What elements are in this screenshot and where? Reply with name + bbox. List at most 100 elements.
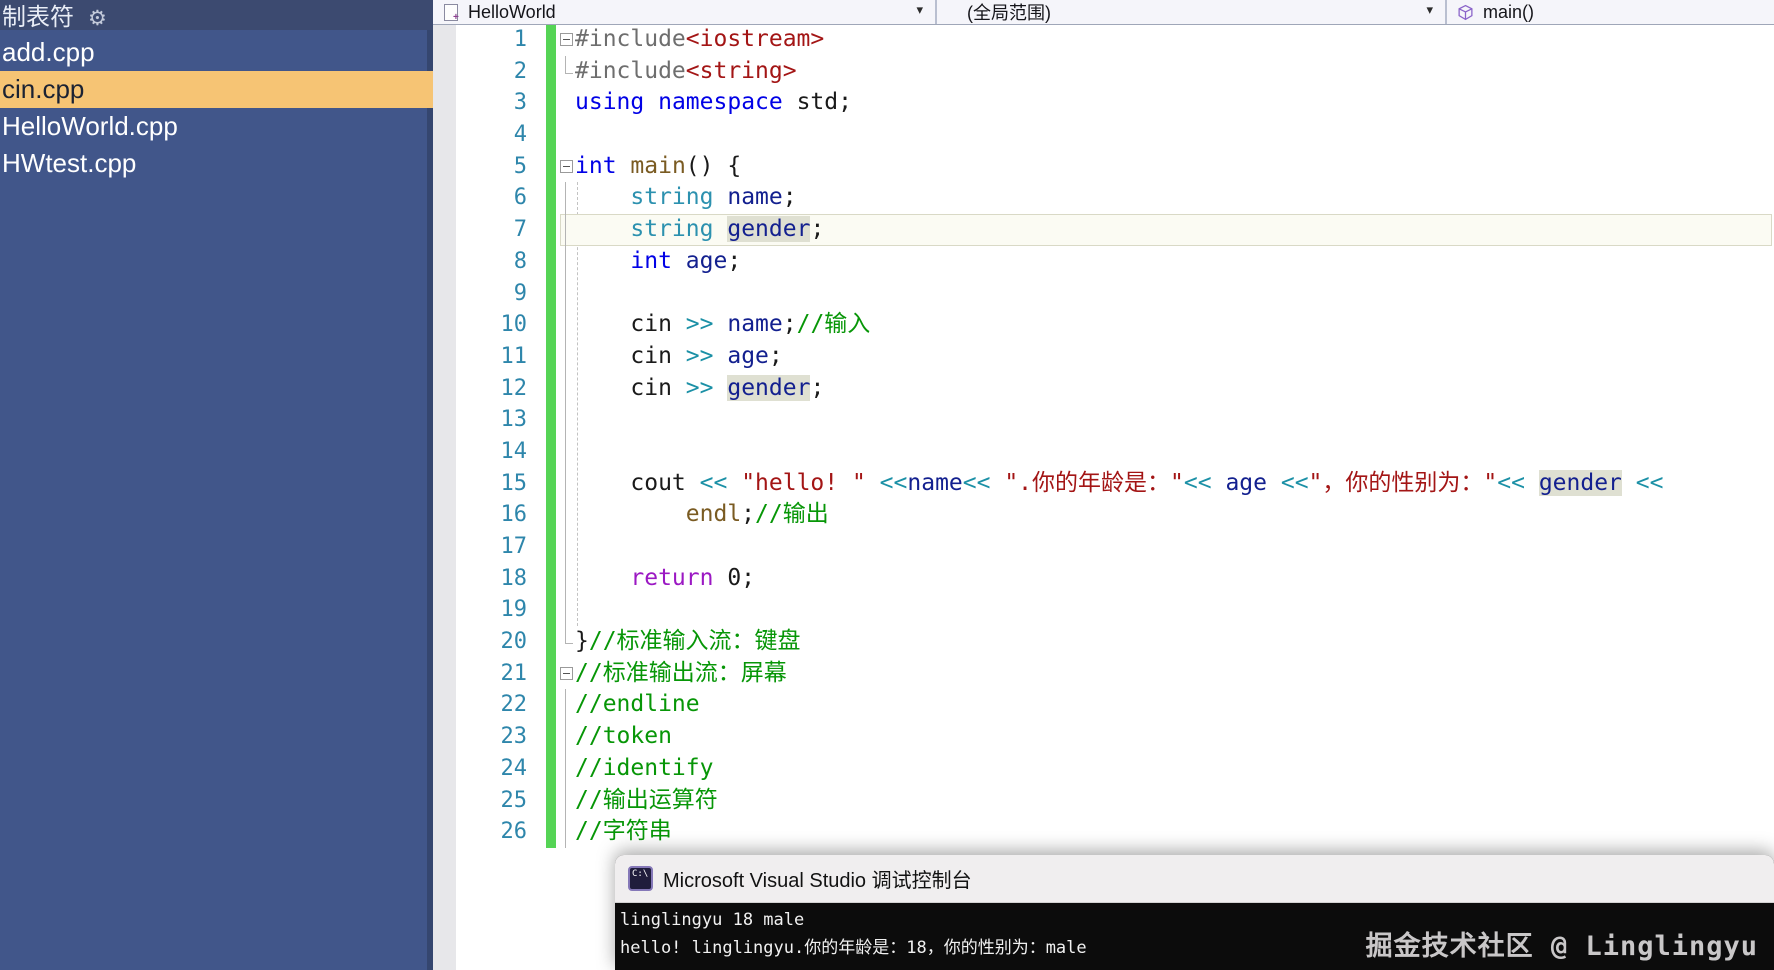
code-line[interactable]: 3 using namespace std; bbox=[433, 87, 1774, 119]
cpp-file-icon: + bbox=[443, 4, 460, 21]
member-dropdown-label: main() bbox=[1483, 2, 1534, 23]
outline-guide bbox=[560, 689, 574, 721]
outline-guide bbox=[560, 341, 574, 373]
code-line[interactable]: 16 endl;//输出 bbox=[433, 499, 1774, 531]
line-number: 14 bbox=[433, 436, 527, 468]
code-line[interactable]: 11 cin >> age; bbox=[433, 341, 1774, 373]
code-line[interactable]: 18 return 0; bbox=[433, 563, 1774, 595]
line-number: 2 bbox=[433, 56, 527, 88]
line-number: 20 bbox=[433, 626, 527, 658]
line-number: 24 bbox=[433, 753, 527, 785]
chevron-down-icon[interactable]: ▾ bbox=[916, 2, 923, 18]
code-text: //identify bbox=[575, 753, 713, 785]
console-title-bar[interactable]: C:\ Microsoft Visual Studio 调试控制台 bbox=[615, 855, 1774, 903]
outline-guide bbox=[560, 531, 574, 563]
project-dropdown-label: HelloWorld bbox=[468, 2, 556, 23]
fold-toggle-icon[interactable] bbox=[560, 151, 574, 183]
code-line[interactable]: 17 bbox=[433, 531, 1774, 563]
line-number: 18 bbox=[433, 563, 527, 595]
code-line[interactable]: 9 bbox=[433, 278, 1774, 310]
code-line[interactable]: 26//字符串 bbox=[433, 816, 1774, 848]
member-dropdown[interactable]: main() bbox=[1447, 0, 1774, 24]
debug-console-window[interactable]: C:\ Microsoft Visual Studio 调试控制台 掘金技术社区… bbox=[615, 855, 1774, 970]
outline-guide bbox=[560, 468, 574, 500]
code-line[interactable]: 2 #include<string> bbox=[433, 56, 1774, 88]
code-text: }//标准输入流：键盘 bbox=[575, 626, 801, 658]
outline-guide bbox=[560, 816, 574, 848]
outline-guide bbox=[560, 499, 574, 531]
gear-icon[interactable]: ⚙ bbox=[88, 6, 107, 30]
sidebar-header-label: 制表符 bbox=[0, 0, 74, 30]
sidebar-file-item[interactable]: HelloWorld.cpp bbox=[0, 108, 433, 145]
fold-toggle-icon[interactable] bbox=[560, 658, 574, 690]
outline-guide bbox=[560, 246, 574, 278]
outline-guide bbox=[560, 753, 574, 785]
line-number: 5 bbox=[433, 151, 527, 183]
code-line[interactable]: 6 string name; bbox=[433, 182, 1774, 214]
watermark: 掘金技术社区 @ Linglingyu bbox=[1366, 933, 1758, 961]
sidebar-file-item[interactable]: HWtest.cpp bbox=[0, 145, 433, 182]
code-line[interactable]: 25//输出运算符 bbox=[433, 785, 1774, 817]
code-line[interactable]: 21//标准输出流：屏幕 bbox=[433, 658, 1774, 690]
code-line[interactable]: 24 //identify bbox=[433, 753, 1774, 785]
code-text: string name; bbox=[575, 182, 797, 214]
code-line[interactable]: 8 int age; bbox=[433, 246, 1774, 278]
code-line[interactable]: 14 bbox=[433, 436, 1774, 468]
sidebar-file-item[interactable]: cin.cpp bbox=[0, 71, 433, 108]
code-editor[interactable]: 1#include<iostream>2 #include<string> 3 usi… bbox=[433, 24, 1774, 970]
sidebar-file-item[interactable]: add.cpp bbox=[0, 34, 433, 71]
outline-guide bbox=[560, 56, 574, 88]
code-line[interactable]: 19 bbox=[433, 594, 1774, 626]
console-output[interactable]: 掘金技术社区 @ Linglingyu linglingyu 18 malehe… bbox=[615, 903, 1774, 970]
line-number: 21 bbox=[433, 658, 527, 690]
line-number: 4 bbox=[433, 119, 527, 151]
code-line[interactable]: 4 bbox=[433, 119, 1774, 151]
line-number: 22 bbox=[433, 689, 527, 721]
code-text: cin >> name;//输入 bbox=[575, 309, 870, 341]
code-text: //字符串 bbox=[575, 816, 672, 848]
code-line[interactable]: 5 int main() { bbox=[433, 151, 1774, 183]
scope-dropdown[interactable]: (全局范围) ▾ bbox=[937, 0, 1447, 24]
fold-toggle-icon[interactable] bbox=[560, 24, 574, 56]
project-dropdown[interactable]: + HelloWorld ▾ bbox=[433, 0, 937, 24]
outline-guide bbox=[560, 278, 574, 310]
scope-dropdown-label: (全局范围) bbox=[967, 0, 1051, 24]
outline-guide bbox=[560, 182, 574, 214]
code-text: int main() { bbox=[575, 151, 741, 183]
code-text: cout << "hello! " <<name<< ".你的年龄是："<< a… bbox=[575, 468, 1663, 500]
code-text: cin >> age; bbox=[575, 341, 783, 373]
line-number: 12 bbox=[433, 373, 527, 405]
code-text: cin >> gender; bbox=[575, 373, 824, 405]
code-text: #include<string> bbox=[575, 56, 797, 88]
method-cube-icon bbox=[1457, 4, 1474, 21]
outline-guide bbox=[560, 373, 574, 405]
sidebar-file-list: add.cppcin.cppHelloWorld.cppHWtest.cpp bbox=[0, 34, 433, 182]
line-number: 8 bbox=[433, 246, 527, 278]
code-text: using namespace std; bbox=[575, 87, 852, 119]
code-line[interactable]: 10 cin >> name;//输入 bbox=[433, 309, 1774, 341]
code-line[interactable]: 15 cout << "hello! " <<name<< ".你的年龄是："<… bbox=[433, 468, 1774, 500]
code-text: string gender; bbox=[575, 214, 824, 246]
outline-guide bbox=[560, 721, 574, 753]
code-line[interactable]: 1#include<iostream> bbox=[433, 24, 1774, 56]
chevron-down-icon[interactable]: ▾ bbox=[1426, 2, 1433, 18]
line-number: 16 bbox=[433, 499, 527, 531]
code-line[interactable]: 22 //endline bbox=[433, 689, 1774, 721]
code-line[interactable]: 13 bbox=[433, 404, 1774, 436]
code-lines: 1#include<iostream>2 #include<string> 3 usi… bbox=[433, 24, 1774, 848]
code-line[interactable]: 23//token bbox=[433, 721, 1774, 753]
code-line[interactable]: 7 string gender; bbox=[433, 214, 1774, 246]
line-number: 19 bbox=[433, 594, 527, 626]
line-number: 17 bbox=[433, 531, 527, 563]
line-number: 1 bbox=[433, 24, 527, 56]
code-line[interactable]: 12 cin >> gender; bbox=[433, 373, 1774, 405]
line-number: 3 bbox=[433, 87, 527, 119]
line-number: 9 bbox=[433, 278, 527, 310]
line-number: 6 bbox=[433, 182, 527, 214]
code-text: //endline bbox=[575, 689, 700, 721]
outline-guide bbox=[560, 214, 574, 246]
code-line[interactable]: 20 }//标准输入流：键盘 bbox=[433, 626, 1774, 658]
outline-guide bbox=[560, 594, 574, 626]
line-number: 15 bbox=[433, 468, 527, 500]
line-number: 25 bbox=[433, 785, 527, 817]
